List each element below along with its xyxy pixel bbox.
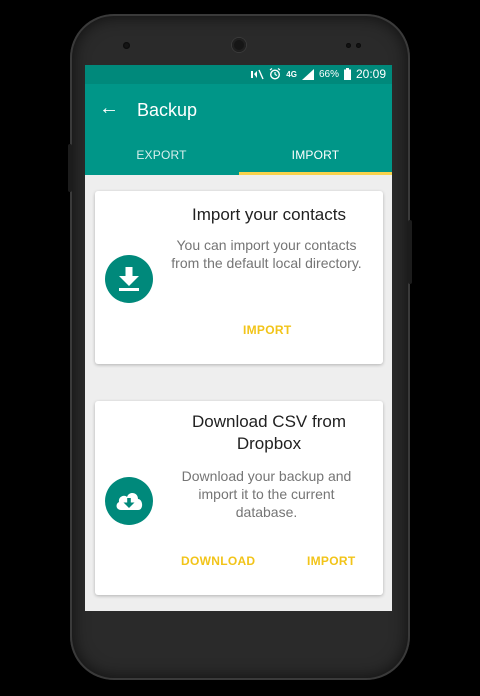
import-button[interactable]: IMPORT bbox=[243, 323, 291, 337]
tab-indicator bbox=[239, 172, 392, 175]
power-button bbox=[408, 220, 412, 284]
alarm-icon bbox=[269, 68, 281, 80]
card-title: Import your contacts bbox=[191, 205, 346, 224]
signal-icon bbox=[301, 68, 314, 80]
nfc-mute-icon bbox=[251, 69, 264, 79]
network-type: 4G bbox=[286, 69, 297, 79]
arrow-left-icon[interactable]: ← bbox=[99, 98, 119, 118]
sensor-dot-right bbox=[346, 43, 351, 48]
card-description: Download your backup and import it to th… bbox=[181, 468, 352, 520]
clock: 20:09 bbox=[355, 67, 386, 81]
tab-export[interactable]: EXPORT bbox=[85, 148, 238, 162]
tab-import[interactable]: IMPORT bbox=[239, 148, 392, 162]
status-icons: 4G 66% 20:09 bbox=[250, 67, 386, 81]
card-title: Download CSV from Dropbox bbox=[191, 412, 346, 453]
download-button[interactable]: DOWNLOAD bbox=[181, 554, 255, 568]
sensor-dot-right-2 bbox=[356, 43, 361, 48]
front-camera bbox=[232, 38, 246, 52]
volume-button bbox=[68, 144, 72, 192]
cloud-download-icon bbox=[105, 477, 153, 525]
battery-percent: 66% bbox=[318, 68, 339, 80]
battery-icon bbox=[343, 68, 351, 80]
download-icon bbox=[105, 255, 153, 303]
sensor-dot bbox=[123, 42, 130, 49]
page-title: Backup bbox=[137, 100, 198, 120]
dropbox-download-card: Download CSV from Dropbox Download your … bbox=[95, 401, 383, 595]
app-toolbar: ← Backup EXPORT IMPORT bbox=[85, 84, 392, 175]
import-contacts-card: Import your contacts You can import your… bbox=[95, 191, 383, 364]
import-button[interactable]: IMPORT bbox=[307, 554, 355, 568]
status-bar: 4G 66% 20:09 bbox=[85, 65, 392, 84]
card-description: You can import your contacts from the de… bbox=[171, 237, 362, 271]
app-screen: 4G 66% 20:09 ← Backup EXPORT IMPORT Impo… bbox=[85, 65, 392, 611]
